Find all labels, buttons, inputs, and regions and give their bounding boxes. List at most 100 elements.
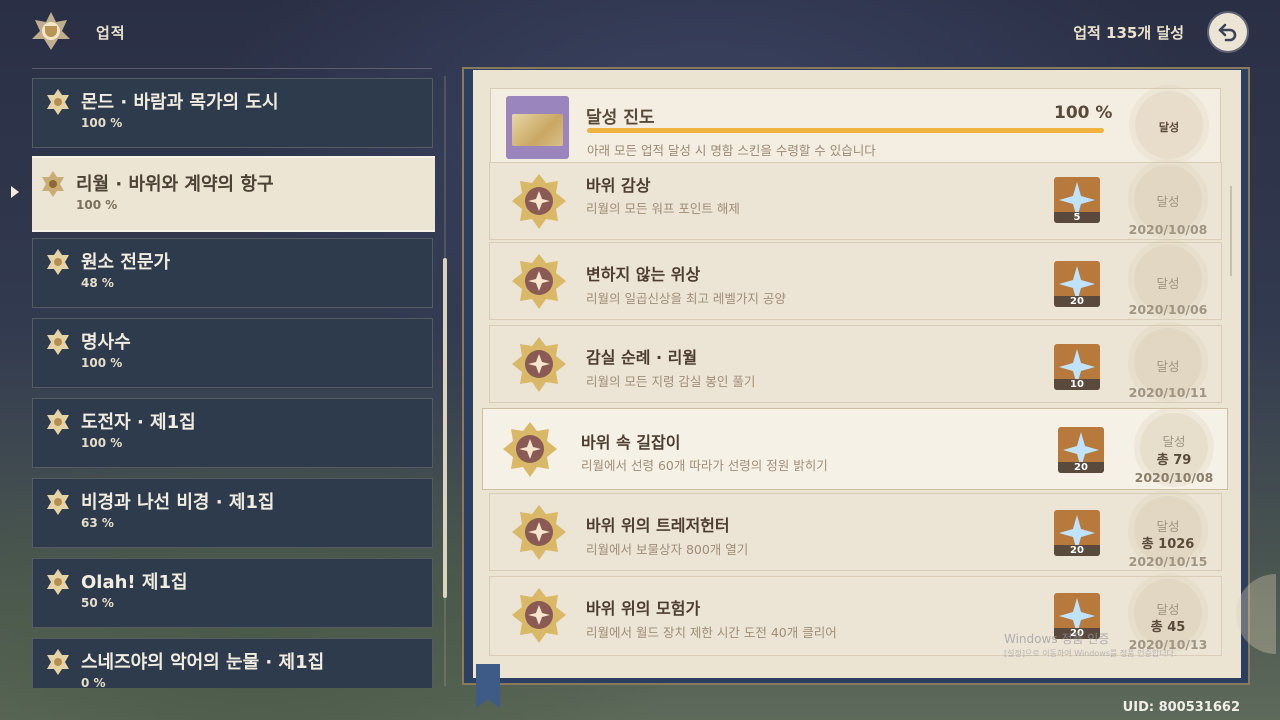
progress-title: 달성 진도 [586, 108, 655, 128]
achievement-row[interactable]: 감실 순례 · 리월 리월의 모든 지령 감실 봉인 풀기 10 달성 2020… [489, 325, 1222, 403]
category-name: 비경과 나선 비경 · 제1집 [81, 492, 275, 513]
category-emblem-icon [47, 89, 69, 115]
stamp-date: 2020/10/15 [1128, 554, 1208, 569]
page-title: 업적 [96, 24, 126, 42]
achievement-row[interactable]: 바위 위의 모험가 리월에서 월드 장치 제한 시간 도전 40개 클리어 20… [489, 576, 1222, 656]
achievement-desc: 리월의 모든 지령 감실 봉인 풀기 [586, 374, 756, 389]
primogem-reward-icon[interactable]: 20 [1054, 510, 1100, 556]
reward-count: 20 [1058, 462, 1104, 473]
stamp-total: 총 45 [1150, 620, 1186, 635]
progress-stamp: 달성 [1121, 91, 1217, 165]
category-name: 스네즈야의 악어의 눈물 · 제1집 [81, 652, 325, 673]
back-button[interactable] [1209, 13, 1247, 51]
stamp-date: 2020/10/06 [1128, 302, 1208, 317]
stamp-total: 총 79 [1156, 453, 1192, 468]
achievement-row[interactable]: 바위 감상 리월의 모든 워프 포인트 해제 5 달성 2020/10/08 [489, 162, 1222, 240]
category-name: 원소 전문가 [81, 252, 171, 273]
category-item-mondstadt[interactable]: 몬드 · 바람과 목가의 도시 100 % [32, 78, 433, 148]
primogem-reward-icon[interactable]: 5 [1054, 177, 1100, 223]
category-name: 리월 · 바위와 계약의 항구 [76, 174, 274, 195]
progress-percent: 100 % [1054, 103, 1113, 123]
achievement-desc: 리월에서 선령 60개 따라가 선령의 정원 밝히기 [581, 458, 828, 473]
namecard-reward-icon[interactable] [506, 96, 569, 159]
achievement-name: 바위 속 길잡이 [581, 433, 681, 452]
category-emblem-icon [47, 409, 69, 435]
category-percent: 63 % [81, 516, 114, 530]
category-percent: 100 % [81, 436, 123, 450]
category-emblem-icon [47, 489, 69, 515]
category-percent: 100 % [76, 198, 118, 212]
stamp-date: 2020/10/08 [1134, 470, 1214, 485]
achievement-name: 바위 위의 트레저헌터 [586, 516, 730, 535]
selected-arrow-icon [11, 186, 19, 198]
reward-count: 10 [1054, 379, 1100, 390]
achievement-medal-icon [512, 337, 566, 392]
category-scrollbar-thumb[interactable] [443, 258, 447, 598]
category-emblem-icon [47, 329, 69, 355]
windows-activation-hint: [설정]으로 이동하여 Windows를 정품 인증합니다. [1004, 649, 1177, 658]
achievement-medal-icon [503, 422, 557, 477]
stamp-text: 달성 [1158, 121, 1180, 134]
achievement-desc: 리월의 일곱신상을 최고 레벨가지 공양 [586, 291, 786, 306]
achievement-row[interactable]: 바위 위의 트레저헌터 리월에서 보물상자 800개 열기 20 달성 총 10… [489, 493, 1222, 571]
completion-stamp: 달성 총 1026 2020/10/15 [1120, 496, 1216, 570]
reward-count: 5 [1054, 212, 1100, 223]
progress-description: 아래 모든 업적 달성 시 명함 스킨을 수령할 수 있습니다 [587, 143, 876, 158]
category-name: Olah! 제1집 [81, 572, 188, 593]
completion-stamp: 달성 2020/10/11 [1120, 328, 1216, 402]
category-emblem-icon [42, 171, 64, 197]
stamp-status: 달성 [1156, 194, 1180, 209]
category-item-marksman[interactable]: 명사수 100 % [32, 318, 433, 388]
divider [32, 68, 432, 69]
category-item-elemental[interactable]: 원소 전문가 48 % [32, 238, 433, 308]
reward-count: 20 [1054, 296, 1100, 307]
category-item-snezhnaya[interactable]: 스네즈야의 악어의 눈물 · 제1집 0 % [32, 638, 433, 688]
achievement-name: 감실 순례 · 리월 [586, 348, 698, 367]
category-name: 몬드 · 바람과 목가의 도시 [81, 92, 279, 113]
category-percent: 100 % [81, 116, 123, 130]
windows-activation-watermark: Windows 정품 인증 [1004, 632, 1110, 646]
reward-count: 20 [1054, 545, 1100, 556]
achievement-name: 바위 위의 모험가 [586, 599, 701, 618]
achievement-desc: 리월에서 월드 장치 제한 시간 도전 40개 클리어 [586, 625, 837, 640]
category-emblem-icon [47, 649, 69, 675]
achievement-medal-icon [512, 254, 566, 309]
category-item-domains[interactable]: 비경과 나선 비경 · 제1집 63 % [32, 478, 433, 548]
player-uid: UID: 800531662 [1122, 700, 1240, 715]
achievement-medal-icon [512, 174, 566, 229]
achievement-row[interactable]: 변하지 않는 위상 리월의 일곱신상을 최고 레벨가지 공양 20 달성 202… [489, 242, 1222, 320]
primogem-reward-icon[interactable]: 20 [1058, 427, 1104, 473]
completion-stamp: 달성 총 79 2020/10/08 [1126, 413, 1222, 487]
bookmark-ribbon [476, 664, 500, 708]
achievement-name: 바위 감상 [586, 176, 651, 195]
completion-stamp: 달성 2020/10/08 [1120, 165, 1216, 239]
category-percent: 100 % [81, 356, 123, 370]
primogem-reward-icon[interactable]: 10 [1054, 344, 1100, 390]
category-emblem-icon [47, 569, 69, 595]
category-percent: 0 % [81, 676, 106, 688]
category-percent: 48 % [81, 276, 114, 290]
achievement-medal-icon [512, 588, 566, 643]
achievement-emblem-icon [32, 12, 70, 50]
achievement-medal-icon [512, 505, 566, 560]
category-item-liyue[interactable]: 리월 · 바위와 계약의 항구 100 % [32, 156, 435, 232]
stamp-date: 2020/10/11 [1128, 385, 1208, 400]
completion-stamp: 달성 총 45 2020/10/13 [1120, 579, 1216, 653]
stamp-date: 2020/10/08 [1128, 222, 1208, 237]
stamp-status: 달성 [1156, 359, 1180, 374]
category-list: 몬드 · 바람과 목가의 도시 100 % 리월 · 바위와 계약의 항구 10… [32, 78, 435, 688]
achievement-row-selected[interactable]: 바위 속 길잡이 리월에서 선령 60개 따라가 선령의 정원 밝히기 20 달… [482, 408, 1228, 490]
category-emblem-icon [47, 249, 69, 275]
category-item-olah[interactable]: Olah! 제1집 50 % [32, 558, 433, 628]
progress-bar [587, 128, 1104, 133]
category-name: 명사수 [81, 332, 131, 353]
achievement-count: 업적 135개 달성 [1073, 24, 1184, 42]
stamp-status: 달성 [1156, 276, 1180, 291]
achievement-name: 변하지 않는 위상 [586, 265, 701, 284]
category-item-challenger[interactable]: 도전자 · 제1집 100 % [32, 398, 433, 468]
category-name: 도전자 · 제1집 [81, 412, 196, 433]
achievement-scrollbar[interactable] [1230, 186, 1232, 276]
primogem-reward-icon[interactable]: 20 [1054, 261, 1100, 307]
back-arrow-icon [1218, 23, 1237, 42]
completion-stamp: 달성 2020/10/06 [1120, 245, 1216, 319]
